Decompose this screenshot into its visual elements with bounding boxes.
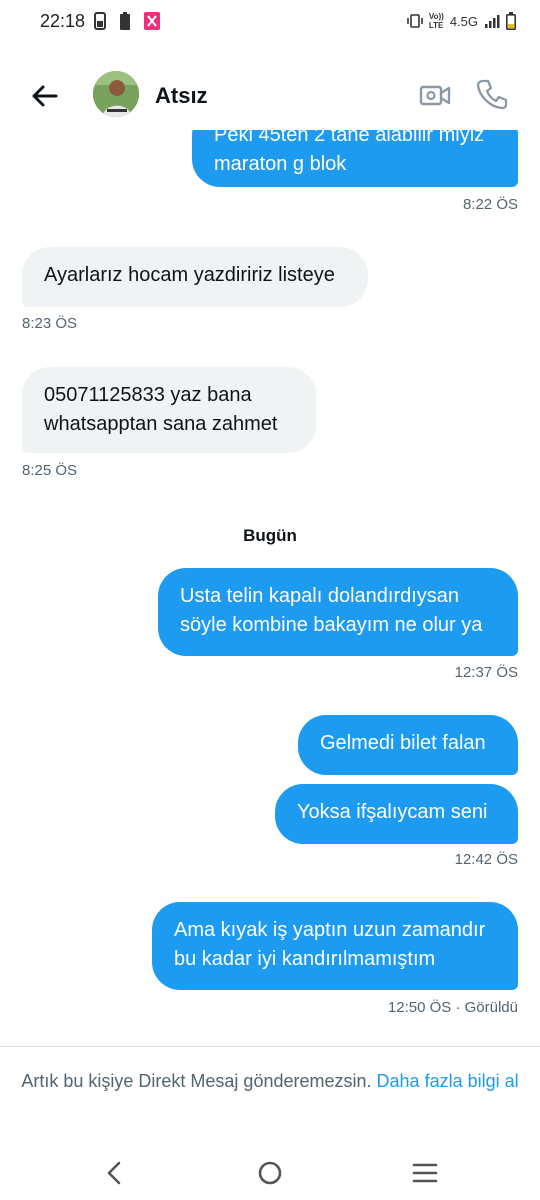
nav-recent-apps-icon[interactable] <box>405 1153 445 1193</box>
back-arrow-icon[interactable] <box>26 78 62 114</box>
system-navigation-bar <box>0 1145 540 1200</box>
message-bubble-outgoing[interactable]: Ama kıyak iş yaptın uzun zamandır bu kad… <box>152 902 518 990</box>
app-notification-icon <box>144 12 160 30</box>
status-bar: 22:18 Vo)) LTE 4.5G <box>0 0 540 44</box>
battery-icon <box>506 12 516 30</box>
notice-text: Artık bu kişiye Direkt Mesaj gönderemezs… <box>21 1071 372 1091</box>
battery-saver-icon <box>120 12 130 30</box>
message-bubble-outgoing[interactable]: Yoksa ifşalıycam seni <box>275 784 518 844</box>
dm-disabled-notice: Artık bu kişiye Direkt Mesaj gönderemezs… <box>20 1068 520 1095</box>
contact-name[interactable]: Atsız <box>155 83 208 109</box>
network-type: 4.5G <box>449 13 478 29</box>
volte-indicator: Vo)) LTE <box>429 12 444 30</box>
nav-back-icon[interactable] <box>95 1153 135 1193</box>
phone-call-icon[interactable] <box>474 76 510 112</box>
message-timestamp: 8:25 ÖS <box>22 462 78 479</box>
message-bubble-incoming[interactable]: 05071125833 yaz bana whatsapptan sana za… <box>22 367 316 453</box>
message-bubble-outgoing[interactable]: Usta telin kapalı dolandırdıysan söyle k… <box>158 568 518 656</box>
signal-icon <box>485 15 500 28</box>
conversation-header: Atsız <box>0 60 540 130</box>
divider <box>0 1046 540 1047</box>
sim-card-icon <box>94 12 106 30</box>
message-timestamp: 12:42 ÖS <box>454 851 518 868</box>
volte-bottom: LTE <box>428 21 444 30</box>
day-separator: Bugün <box>243 526 297 545</box>
message-timestamp: 8:22 ÖS <box>462 196 518 213</box>
message-timestamp: 8:23 ÖS <box>22 315 78 332</box>
video-call-icon[interactable] <box>417 77 453 113</box>
status-time: 22:18 <box>40 11 86 31</box>
avatar-photo <box>93 71 139 117</box>
nav-home-icon[interactable] <box>250 1153 290 1193</box>
vibrate-icon <box>407 14 423 28</box>
message-list[interactable]: Peki 45ten 2 tane alabilir miyiz maraton… <box>0 130 540 1045</box>
message-bubble-incoming[interactable]: Ayarlarız hocam yazdiririz listeye <box>22 247 368 307</box>
status-right: Vo)) LTE 4.5G <box>407 10 516 32</box>
message-timestamp: 12:37 ÖS <box>454 664 518 681</box>
message-bubble-outgoing[interactable]: Peki 45ten 2 tane alabilir miyiz maraton… <box>192 130 518 187</box>
message-bubble-outgoing[interactable]: Gelmedi bilet falan <box>298 715 518 775</box>
learn-more-link[interactable]: Daha fazla bilgi al <box>377 1071 519 1091</box>
volte-top: Vo)) <box>428 12 444 21</box>
avatar[interactable] <box>93 71 139 117</box>
message-timestamp-seen: 12:50 ÖS · Görüldü <box>387 999 518 1016</box>
